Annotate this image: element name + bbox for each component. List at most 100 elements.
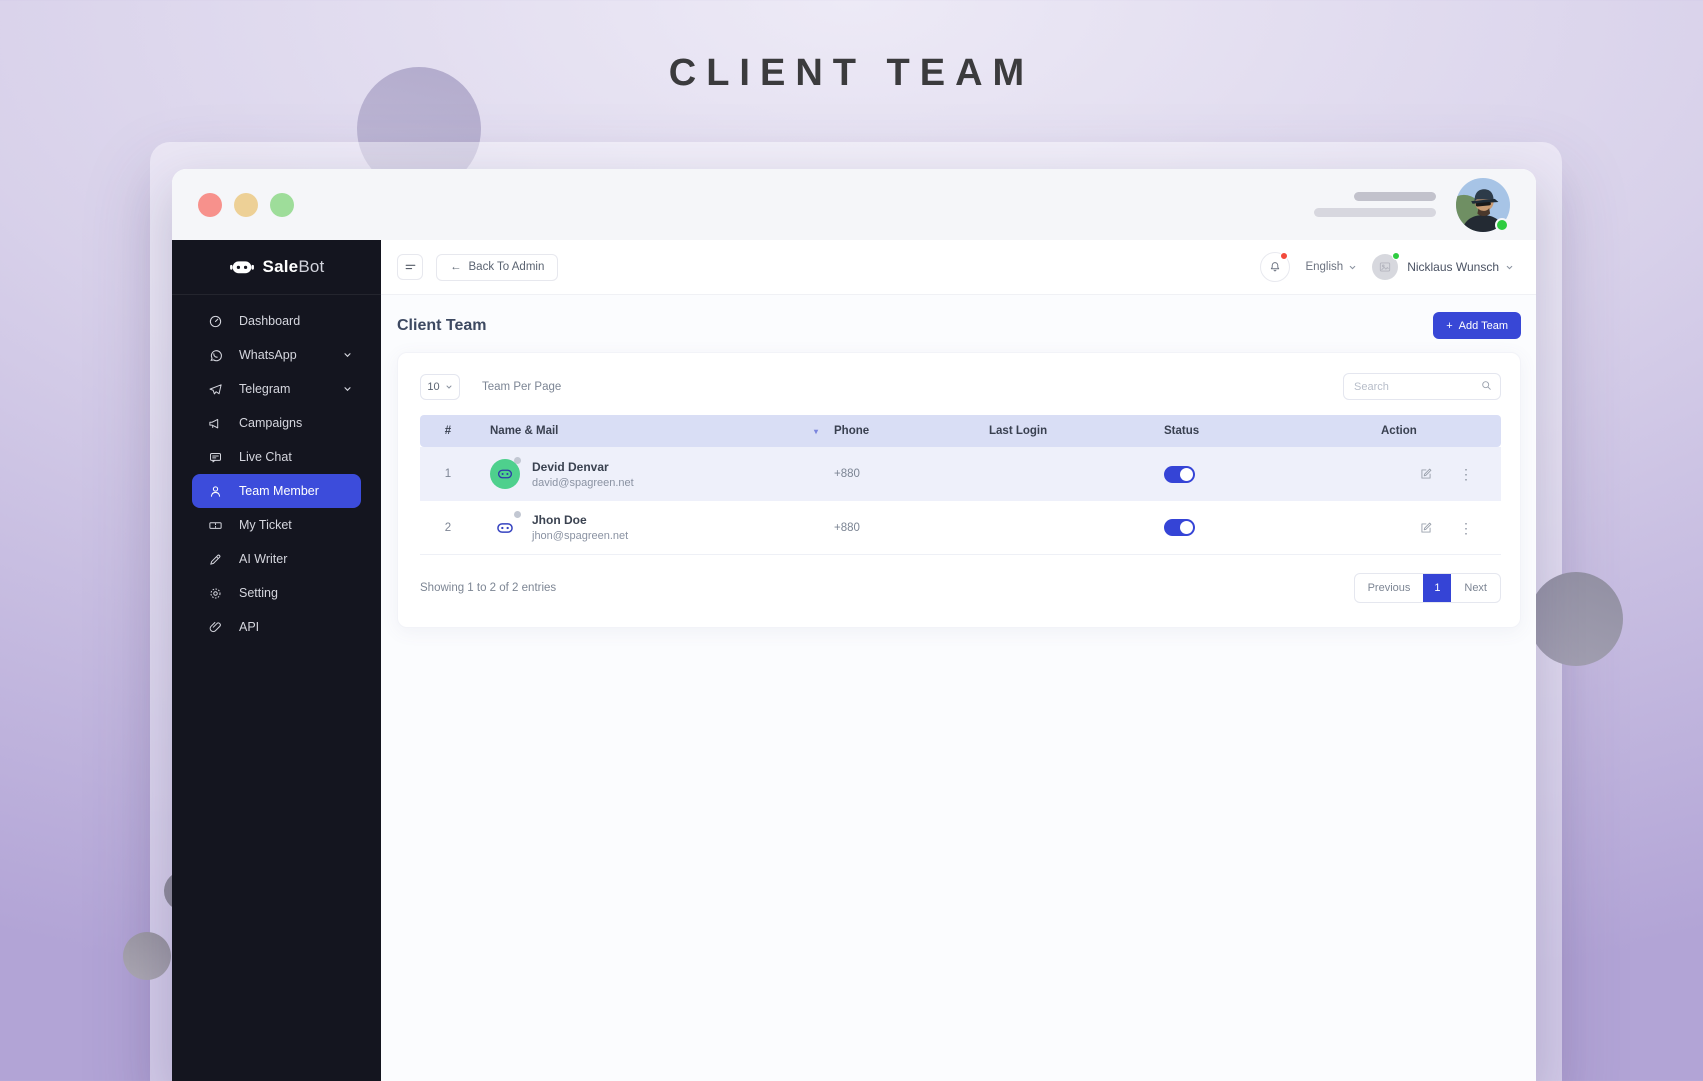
paperclip-icon <box>209 621 221 632</box>
sidebar-item-my-ticket[interactable]: My Ticket <box>172 508 381 542</box>
window-minimize-button[interactable] <box>234 192 258 217</box>
member-email: david@spagreen.net <box>532 476 634 489</box>
pen-icon <box>210 554 221 565</box>
sidebar-item-label: Telegram <box>239 382 291 396</box>
app-window: SaleBot Dashboard WhatsApp Telegram Camp… <box>172 169 1536 1081</box>
menu-icon <box>405 264 415 269</box>
gear-icon <box>210 588 221 598</box>
main-area: ← Back To Admin English Nicklaus Wunsch … <box>381 240 1536 1081</box>
row-index: 2 <box>444 521 452 534</box>
plus-icon: + <box>1446 319 1453 332</box>
sidebar-nav: Dashboard WhatsApp Telegram Campaigns Li… <box>172 295 381 644</box>
content: Client Team + Add Team 10 Team Per Page <box>381 295 1536 628</box>
page-1-button[interactable]: 1 <box>1423 574 1452 602</box>
language-selector[interactable]: English <box>1305 261 1357 273</box>
team-table-card: 10 Team Per Page # <box>397 352 1521 628</box>
ticket-icon <box>209 521 222 529</box>
more-actions-button[interactable]: ⋮ <box>1459 467 1473 481</box>
member-name: Jhon Doe <box>532 513 587 527</box>
table-header: # Name & Mail ▾ Phone Last Login Status … <box>420 415 1501 447</box>
decor-circle-bottom-left <box>123 932 171 980</box>
online-status-dot <box>1392 252 1401 260</box>
sidebar-item-campaigns[interactable]: Campaigns <box>172 406 381 440</box>
col-phone: Phone <box>834 425 870 437</box>
sidebar-item-label: WhatsApp <box>239 348 297 362</box>
robot-avatar-icon <box>497 522 513 533</box>
user-menu[interactable]: Nicklaus Wunsch <box>1407 260 1514 274</box>
page-heading: Client Team <box>397 316 487 334</box>
member-avatar <box>490 510 521 543</box>
col-index: # <box>444 425 452 437</box>
notification-badge <box>1280 252 1289 260</box>
logo-text: SaleBot <box>262 257 325 276</box>
status-toggle[interactable] <box>1164 519 1195 536</box>
member-avatar <box>490 457 521 489</box>
sidebar-item-label: My Ticket <box>239 518 292 532</box>
chevron-down-icon <box>344 353 351 358</box>
sidebar-item-live-chat[interactable]: Live Chat <box>172 440 381 474</box>
megaphone-icon <box>209 418 219 428</box>
col-last-login: Last Login <box>989 425 1048 437</box>
table-row: 1 Devid Denvar david@spagreen.net +880 ⋮ <box>420 447 1501 501</box>
sidebar-item-label: Dashboard <box>239 314 301 328</box>
table-row: 2 Jhon Doe jhon@spagreen.net +880 ⋮ <box>420 501 1501 555</box>
sidebar-item-ai-writer[interactable]: AI Writer <box>172 542 381 576</box>
sidebar-item-label: Setting <box>239 586 278 600</box>
sort-desc-icon[interactable]: ▾ <box>814 427 818 436</box>
topbar-avatar[interactable] <box>1372 252 1401 280</box>
sidebar-item-label: Team Member <box>239 484 319 498</box>
chevron-down-icon <box>1349 265 1356 269</box>
status-toggle[interactable] <box>1164 465 1195 483</box>
chevron-down-icon <box>446 385 452 389</box>
sidebar-item-label: AI Writer <box>239 552 288 566</box>
sidebar-item-setting[interactable]: Setting <box>172 576 381 610</box>
back-button-label: Back To Admin <box>468 261 545 273</box>
sidebar-item-label: API <box>239 620 260 634</box>
sidebar-toggle-button[interactable] <box>397 254 423 280</box>
offline-status-dot <box>514 457 521 464</box>
next-page-button[interactable]: Next <box>1451 574 1500 602</box>
search-input[interactable] <box>1343 373 1501 400</box>
row-index: 1 <box>444 468 452 480</box>
skeleton-bars <box>1314 192 1436 217</box>
edit-icon <box>1421 468 1432 479</box>
search-icon <box>1480 379 1493 397</box>
window-close-button[interactable] <box>198 192 222 217</box>
previous-page-button[interactable]: Previous <box>1355 574 1424 602</box>
member-phone: +880 <box>834 468 860 480</box>
entries-summary: Showing 1 to 2 of 2 entries <box>420 582 557 594</box>
sidebar-item-telegram[interactable]: Telegram <box>172 372 381 406</box>
col-status: Status <box>1164 425 1200 437</box>
more-actions-button[interactable]: ⋮ <box>1459 521 1473 535</box>
page-title: CLIENT TEAM <box>668 52 1035 94</box>
language-label: English <box>1305 261 1344 273</box>
sidebar-item-whatsapp[interactable]: WhatsApp <box>172 338 381 372</box>
back-to-admin-button[interactable]: ← Back To Admin <box>436 253 559 281</box>
user-icon <box>210 485 221 497</box>
add-team-button[interactable]: + Add Team <box>1433 312 1521 339</box>
back-arrow-icon: ← <box>450 261 462 273</box>
col-name-mail[interactable]: Name & Mail ▾ <box>476 425 826 437</box>
user-name: Nicklaus Wunsch <box>1407 260 1499 274</box>
chevron-down-icon <box>344 387 351 392</box>
sidebar-item-team-member[interactable]: Team Member <box>192 474 361 508</box>
col-name-label: Name & Mail <box>490 425 559 437</box>
whatsapp-icon <box>210 349 222 361</box>
sidebar-item-dashboard[interactable]: Dashboard <box>172 304 381 338</box>
per-page-value: 10 <box>427 380 440 393</box>
robot-avatar-icon <box>497 469 513 479</box>
chrome-user-avatar[interactable] <box>1456 177 1510 232</box>
topbar: ← Back To Admin English Nicklaus Wunsch <box>381 240 1536 295</box>
window-controls <box>198 192 294 217</box>
edit-button[interactable] <box>1419 521 1433 535</box>
app-logo[interactable]: SaleBot <box>172 240 381 295</box>
window-maximize-button[interactable] <box>270 192 294 217</box>
per-page-select[interactable]: 10 <box>420 373 460 400</box>
pagination: Previous 1 Next <box>1353 573 1501 603</box>
edit-button[interactable] <box>1419 467 1433 481</box>
notifications-button[interactable] <box>1260 252 1291 282</box>
image-placeholder-icon <box>1380 262 1391 272</box>
sidebar-item-api[interactable]: API <box>172 610 381 644</box>
chevron-down-icon <box>1506 265 1513 269</box>
sidebar-item-label: Campaigns <box>239 416 303 430</box>
